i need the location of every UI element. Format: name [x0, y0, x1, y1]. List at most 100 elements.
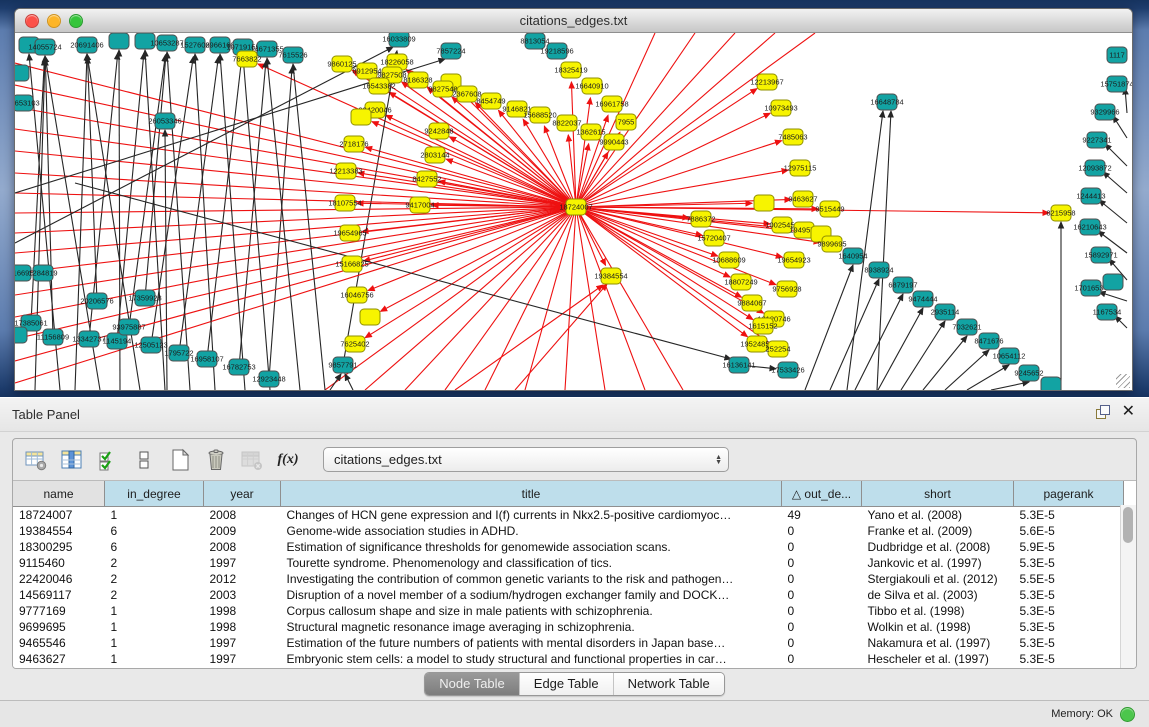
- graph-node[interactable]: [1103, 274, 1123, 290]
- graph-node[interactable]: 16648784: [870, 94, 903, 110]
- graph-node[interactable]: 7032621: [952, 319, 981, 335]
- graph-edge[interactable]: [901, 321, 945, 390]
- graph-edge[interactable]: [1113, 116, 1127, 138]
- graph-node[interactable]: 9884067: [737, 295, 766, 311]
- graph-node[interactable]: 9329966: [1090, 104, 1119, 120]
- delete-entry-button[interactable]: [201, 445, 231, 475]
- graph-node[interactable]: [351, 109, 371, 125]
- graph-node[interactable]: 2718176: [339, 136, 368, 152]
- close-panel-icon[interactable]: ✕: [1122, 405, 1135, 419]
- graph-node[interactable]: 7625402: [340, 336, 369, 352]
- graph-node[interactable]: 1640954: [838, 248, 867, 264]
- graph-node[interactable]: 20691406: [70, 37, 103, 53]
- graph-node[interactable]: 7955: [616, 114, 636, 130]
- network-window-titlebar[interactable]: citations_edges.txt: [15, 9, 1132, 33]
- table-row[interactable]: 1456911722003Disruption of a novel membe…: [13, 587, 1124, 603]
- graph-node[interactable]: 252254: [765, 341, 790, 357]
- graph-node[interactable]: 8427552: [412, 171, 441, 187]
- graph-edge[interactable]: [967, 365, 1009, 390]
- graph-node[interactable]: 9227341: [1082, 132, 1111, 148]
- graph-node[interactable]: 18325419: [554, 62, 587, 78]
- graph-node[interactable]: 9463627: [788, 191, 817, 207]
- graph-node[interactable]: 15166825: [335, 256, 368, 272]
- graph-node[interactable]: 20206576: [80, 293, 113, 309]
- graph-node[interactable]: 16210643: [1073, 219, 1106, 235]
- graph-node[interactable]: 16640910: [575, 78, 608, 94]
- graph-node[interactable]: [1041, 377, 1061, 390]
- graph-node[interactable]: 7857224: [436, 43, 465, 59]
- graph-node[interactable]: 19654923: [777, 252, 810, 268]
- column-header-title[interactable]: title: [281, 481, 782, 507]
- graph-node[interactable]: 15751874: [1100, 76, 1132, 92]
- graph-node[interactable]: 9242848: [424, 123, 453, 139]
- graph-edge[interactable]: [1099, 292, 1127, 301]
- graph-edge[interactable]: [576, 207, 683, 390]
- table-scrollbar-thumb[interactable]: [1123, 507, 1133, 543]
- table-row[interactable]: 1830029562008Estimation of significance …: [13, 539, 1124, 555]
- graph-node[interactable]: 9990443: [599, 134, 628, 150]
- graph-edge[interactable]: [293, 64, 325, 390]
- graph-node[interactable]: 9474444: [908, 291, 937, 307]
- graph-edge[interactable]: [445, 207, 576, 390]
- graph-node[interactable]: 9417004: [405, 197, 434, 213]
- window-resize-grip[interactable]: [1116, 374, 1130, 388]
- graph-node[interactable]: 7886372: [686, 211, 715, 227]
- select-all-button[interactable]: [93, 445, 123, 475]
- minimize-window-icon[interactable]: [47, 14, 61, 28]
- zoom-window-icon[interactable]: [69, 14, 83, 28]
- graph-edge[interactable]: [243, 56, 270, 390]
- graph-edge[interactable]: [877, 111, 891, 390]
- table-row[interactable]: 969969511998Structural magnetic resonanc…: [13, 619, 1124, 635]
- graph-node[interactable]: 16136141: [722, 357, 755, 373]
- memory-status-icon[interactable]: [1120, 707, 1135, 722]
- graph-node[interactable]: 10654112: [993, 348, 1026, 364]
- graph-node[interactable]: 1615152: [748, 318, 777, 334]
- graph-node[interactable]: 16961758: [595, 96, 628, 112]
- graph-node[interactable]: 18107554: [328, 195, 361, 211]
- graph-edge[interactable]: [923, 336, 967, 390]
- graph-edge[interactable]: [15, 207, 576, 213]
- graph-edge[interactable]: [330, 374, 341, 390]
- table-row[interactable]: 2242004622012Investigating the contribut…: [13, 571, 1124, 587]
- graph-node[interactable]: [360, 309, 380, 325]
- graph-edge[interactable]: [576, 33, 815, 207]
- table-row[interactable]: 946362711997Embryonic stem cells: a mode…: [13, 651, 1124, 667]
- float-panel-icon[interactable]: [1096, 405, 1110, 419]
- graph-node[interactable]: 9857791: [328, 357, 357, 373]
- table-row[interactable]: 1872400712008Changes of HCN gene express…: [13, 507, 1124, 524]
- graph-node[interactable]: 6879197: [888, 277, 917, 293]
- graph-node[interactable]: 9756928: [772, 281, 801, 297]
- graph-node[interactable]: [15, 327, 27, 343]
- graph-node[interactable]: 1284819: [28, 265, 57, 281]
- graph-node[interactable]: [15, 65, 29, 81]
- graph-node[interactable]: 1167534: [1093, 304, 1122, 320]
- graph-node[interactable]: 9245652: [1014, 365, 1043, 381]
- graph-node[interactable]: 1117: [1107, 47, 1127, 63]
- graph-node[interactable]: 9899695: [817, 236, 846, 252]
- column-header-out_degree[interactable]: △ out_de...: [782, 481, 862, 507]
- graph-node[interactable]: [109, 33, 129, 49]
- graph-node[interactable]: 8938924: [864, 262, 893, 278]
- table-row[interactable]: 911546021997Tourette syndrome. Phenomeno…: [13, 555, 1124, 571]
- network-canvas[interactable]: 1872400714055724206914061065328715276026…: [15, 33, 1132, 390]
- graph-edge[interactable]: [15, 151, 576, 207]
- graph-node[interactable]: 8471676: [974, 333, 1003, 349]
- column-header-year[interactable]: year: [204, 481, 281, 507]
- table-row[interactable]: 1938455462009Genome-wide association stu…: [13, 523, 1124, 539]
- graph-node[interactable]: 15892971: [1084, 247, 1117, 263]
- tab-edge-table[interactable]: Edge Table: [520, 673, 614, 695]
- table-selector[interactable]: citations_edges.txt ▲▼: [323, 447, 729, 472]
- graph-node[interactable]: 7615526: [278, 47, 307, 63]
- graph-node[interactable]: 7485063: [778, 129, 807, 145]
- close-window-icon[interactable]: [25, 14, 39, 28]
- tab-network-table[interactable]: Network Table: [614, 673, 724, 695]
- graph-node[interactable]: 17533426: [771, 362, 804, 378]
- graph-node[interactable]: 16033809: [382, 33, 415, 47]
- table-scrollbar[interactable]: [1120, 505, 1136, 668]
- graph-edge[interactable]: [1103, 172, 1127, 193]
- graph-edge[interactable]: [576, 207, 645, 390]
- graph-node[interactable]: 1795722: [164, 345, 193, 361]
- column-header-short[interactable]: short: [862, 481, 1014, 507]
- column-header-pagerank[interactable]: pagerank: [1014, 481, 1124, 507]
- graph-node[interactable]: 16782753: [222, 359, 255, 375]
